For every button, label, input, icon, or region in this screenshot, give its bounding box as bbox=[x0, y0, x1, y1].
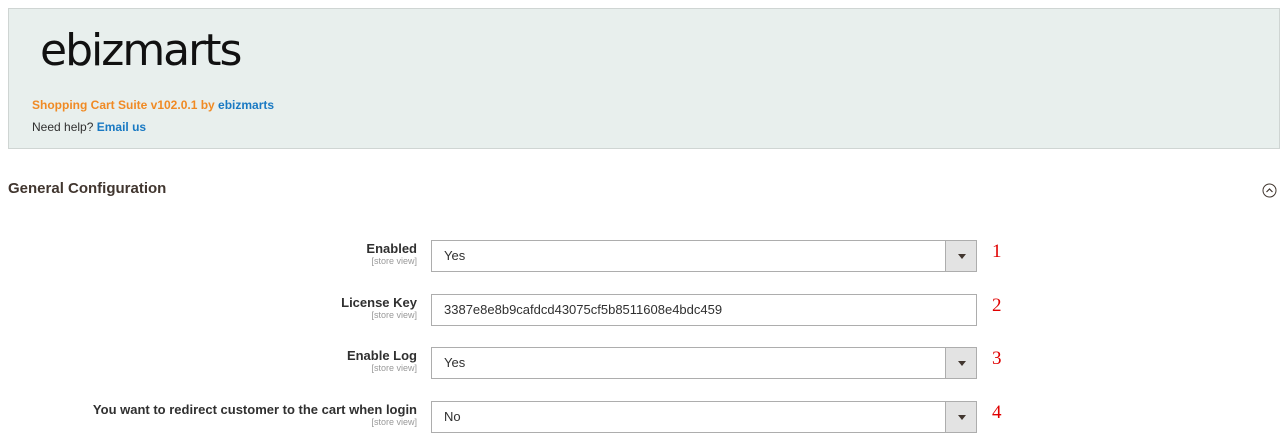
enable-log-select[interactable]: Yes bbox=[431, 347, 977, 379]
help-text: Need help? bbox=[32, 120, 97, 134]
field-label-text: License Key bbox=[341, 295, 417, 310]
chevron-up-circle-icon[interactable] bbox=[1262, 183, 1277, 198]
field-label-text: Enable Log bbox=[346, 348, 417, 363]
suite-version-text: Shopping Cart Suite v102.0.1 by bbox=[32, 98, 219, 112]
license-key-value: 3387e8e8b9cafdcd43075cf5b8511608e4bdc459 bbox=[444, 302, 723, 317]
annotation-number: 3 bbox=[992, 348, 1002, 369]
field-label-text: Enabled bbox=[366, 241, 417, 256]
suite-version-line: Shopping Cart Suite v102.0.1 by ebizmart… bbox=[32, 97, 274, 113]
annotation-number: 2 bbox=[992, 295, 1002, 316]
field-label-text: You want to redirect customer to the car… bbox=[92, 402, 417, 417]
field-row-enable-log: Enable Log [store view] Yes 3 bbox=[0, 347, 1288, 381]
chevron-down-icon bbox=[958, 361, 966, 366]
dropdown-arrow[interactable] bbox=[945, 402, 976, 432]
annotation-number: 4 bbox=[992, 402, 1002, 423]
chevron-down-icon bbox=[958, 415, 966, 420]
field-label-redirect-cart: You want to redirect customer to the car… bbox=[93, 402, 417, 428]
section-title[interactable]: General Configuration bbox=[8, 179, 166, 199]
chevron-down-icon bbox=[958, 254, 966, 259]
redirect-cart-select-value: No bbox=[444, 409, 461, 424]
field-row-enabled: Enabled [store view] Yes 1 bbox=[0, 240, 1288, 274]
field-label-enabled: Enabled [store view] bbox=[366, 241, 417, 267]
dropdown-arrow[interactable] bbox=[945, 241, 976, 271]
field-label-license-key: License Key [store view] bbox=[341, 295, 417, 321]
scope-hint: [store view] bbox=[371, 256, 417, 266]
enable-log-select-value: Yes bbox=[444, 355, 466, 370]
dropdown-arrow[interactable] bbox=[945, 348, 976, 378]
vendor-link[interactable]: ebizmarts bbox=[218, 98, 274, 112]
field-label-enable-log: Enable Log [store view] bbox=[347, 348, 417, 374]
help-line: Need help? Email us bbox=[32, 119, 146, 135]
scope-hint: [store view] bbox=[371, 417, 417, 427]
module-info-header: ebizmarts Shopping Cart Suite v102.0.1 b… bbox=[8, 8, 1280, 149]
ebizmarts-logo: ebizmarts bbox=[40, 25, 242, 76]
field-row-license-key: License Key [store view] 3387e8e8b9cafdc… bbox=[0, 294, 1288, 328]
scope-hint: [store view] bbox=[371, 363, 417, 373]
annotation-number: 1 bbox=[992, 241, 1002, 262]
enabled-select-value: Yes bbox=[444, 248, 466, 263]
enabled-select[interactable]: Yes bbox=[431, 240, 977, 272]
redirect-cart-select[interactable]: No bbox=[431, 401, 977, 433]
scope-hint: [store view] bbox=[371, 310, 417, 320]
email-us-link[interactable]: Email us bbox=[97, 120, 146, 134]
license-key-input[interactable]: 3387e8e8b9cafdcd43075cf5b8511608e4bdc459 bbox=[431, 294, 977, 326]
